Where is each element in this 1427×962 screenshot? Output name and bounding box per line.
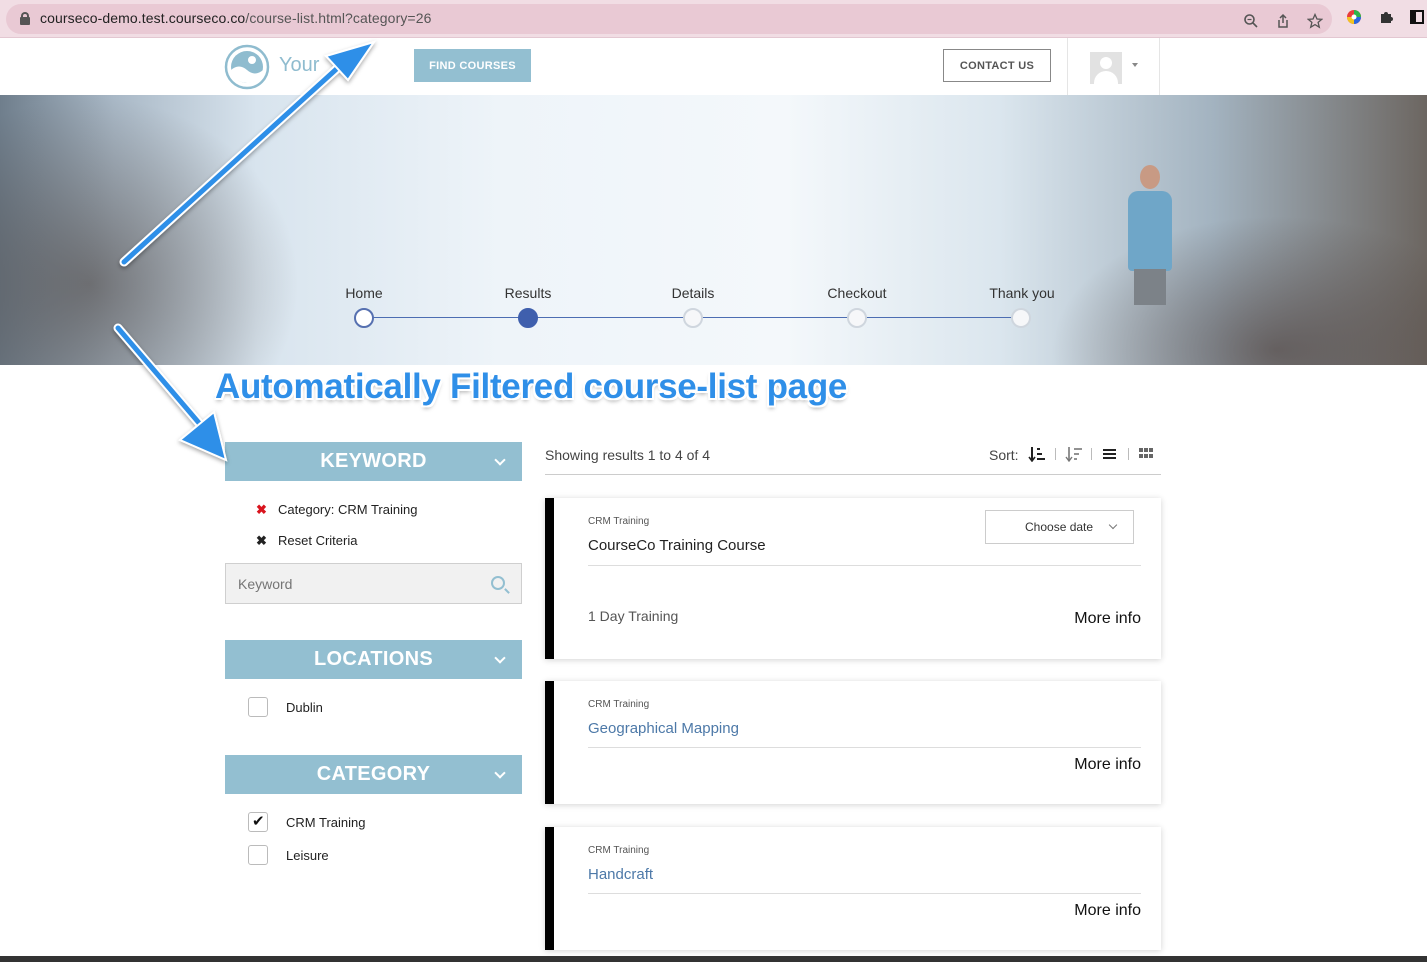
course-title[interactable]: Geographical Mapping (588, 720, 739, 737)
site-header (0, 38, 1427, 95)
chevron-down-icon (494, 767, 506, 779)
sidebar-icon[interactable] (1408, 9, 1426, 27)
category-label-leisure: Leisure (286, 848, 329, 863)
keyword-filter-header[interactable]: KEYWORD (225, 442, 522, 481)
arrow-down-icon (178, 410, 228, 462)
caret-down-icon[interactable] (1132, 63, 1138, 67)
results-divider (545, 474, 1161, 475)
browser-toolbar: courseco-demo.test.courseco.co/course-li… (0, 0, 1427, 38)
share-icon[interactable] (1274, 13, 1292, 31)
criteria-category-label: Category: CRM Training (278, 502, 418, 517)
contact-us-button[interactable]: CONTACT US (943, 49, 1051, 82)
checkbox-dublin[interactable] (248, 697, 268, 717)
search-icon[interactable] (491, 576, 505, 590)
sort-label: Sort: (989, 447, 1019, 463)
category-label-crm-training: CRM Training (286, 815, 366, 830)
course-card[interactable]: CRM Training Geographical Mapping More i… (545, 681, 1161, 804)
step-dot-checkout (847, 308, 867, 328)
choose-date-label: Choose date (1025, 520, 1094, 534)
logo-text[interactable]: Your (279, 54, 319, 77)
course-title[interactable]: Handcraft (588, 866, 653, 883)
step-label-results: Results (504, 285, 552, 301)
more-info-link[interactable]: More info (1074, 902, 1141, 920)
checkbox-leisure[interactable] (248, 845, 268, 865)
puzzle-icon[interactable] (1377, 9, 1395, 27)
course-duration: 1 Day Training (588, 608, 679, 624)
chevron-down-icon (1108, 520, 1118, 530)
keyword-input[interactable] (225, 563, 522, 604)
sort-descending-icon[interactable] (1065, 446, 1083, 462)
url-path: /course-list.html?category=26 (245, 10, 432, 26)
course-category: CRM Training (588, 516, 650, 527)
course-category: CRM Training (588, 699, 650, 710)
list-view-icon[interactable] (1101, 446, 1119, 462)
annotation-title: Automatically Filtered course-list page (215, 367, 848, 406)
category-filter-header[interactable]: CATEGORY (225, 755, 522, 794)
chevron-down-icon (494, 652, 506, 664)
course-category: CRM Training (588, 845, 650, 856)
hero-banner: Home Results Details Checkout Thank you (0, 95, 1427, 365)
step-dot-home[interactable] (354, 308, 374, 328)
find-courses-button[interactable]: FIND COURSES (414, 49, 531, 82)
remove-black-icon[interactable]: ✖ (256, 533, 268, 549)
step-label-thank-you: Thank you (989, 285, 1055, 301)
checkbox-crm-training[interactable] (248, 812, 268, 832)
url-host: courseco-demo.test.courseco.co (40, 10, 246, 26)
criteria-reset[interactable]: ✖ Reset Criteria (256, 533, 357, 549)
step-dot-results[interactable] (518, 308, 538, 328)
lock-icon (20, 12, 30, 25)
results-summary: Showing results 1 to 4 of 4 (545, 447, 710, 463)
course-card[interactable]: CRM Training CourseCo Training Course Ch… (545, 498, 1161, 659)
step-label-details: Details (671, 285, 715, 301)
remove-red-icon[interactable]: ✖ (256, 502, 268, 518)
step-label-checkout: Checkout (827, 285, 887, 301)
hero-photo-presenter (1120, 165, 1180, 305)
step-dot-thank-you (1011, 308, 1031, 328)
grid-view-icon[interactable] (1138, 446, 1156, 462)
choose-date-select[interactable]: Choose date (985, 510, 1134, 544)
locations-filter-header[interactable]: LOCATIONS (225, 640, 522, 679)
course-card[interactable]: CRM Training Handcraft More info (545, 827, 1161, 950)
avatar[interactable] (1090, 52, 1122, 84)
criteria-category[interactable]: ✖ Category: CRM Training (256, 502, 417, 518)
address-bar[interactable]: courseco-demo.test.courseco.co/course-li… (6, 4, 1332, 34)
step-dot-details (683, 308, 703, 328)
more-info-link[interactable]: More info (1074, 756, 1141, 774)
zoom-icon[interactable] (1242, 13, 1260, 31)
address-url: courseco-demo.test.courseco.co/course-li… (40, 10, 431, 26)
criteria-reset-label: Reset Criteria (278, 533, 358, 548)
course-title[interactable]: CourseCo Training Course (588, 537, 766, 554)
star-icon[interactable] (1306, 12, 1324, 31)
category-header-label: CATEGORY (316, 763, 431, 785)
sort-ascending-icon[interactable] (1028, 446, 1046, 462)
logo-icon[interactable] (224, 44, 270, 90)
location-label-dublin: Dublin (286, 700, 323, 715)
bottom-edge (0, 956, 1427, 962)
locations-header-label: LOCATIONS (314, 648, 433, 670)
keyword-header-label: KEYWORD (320, 450, 427, 472)
step-label-home: Home (345, 285, 383, 301)
color-extension-icon[interactable] (1345, 9, 1363, 27)
more-info-link[interactable]: More info (1074, 610, 1141, 628)
user-menu[interactable] (1067, 38, 1160, 95)
chevron-down-icon (494, 454, 506, 466)
